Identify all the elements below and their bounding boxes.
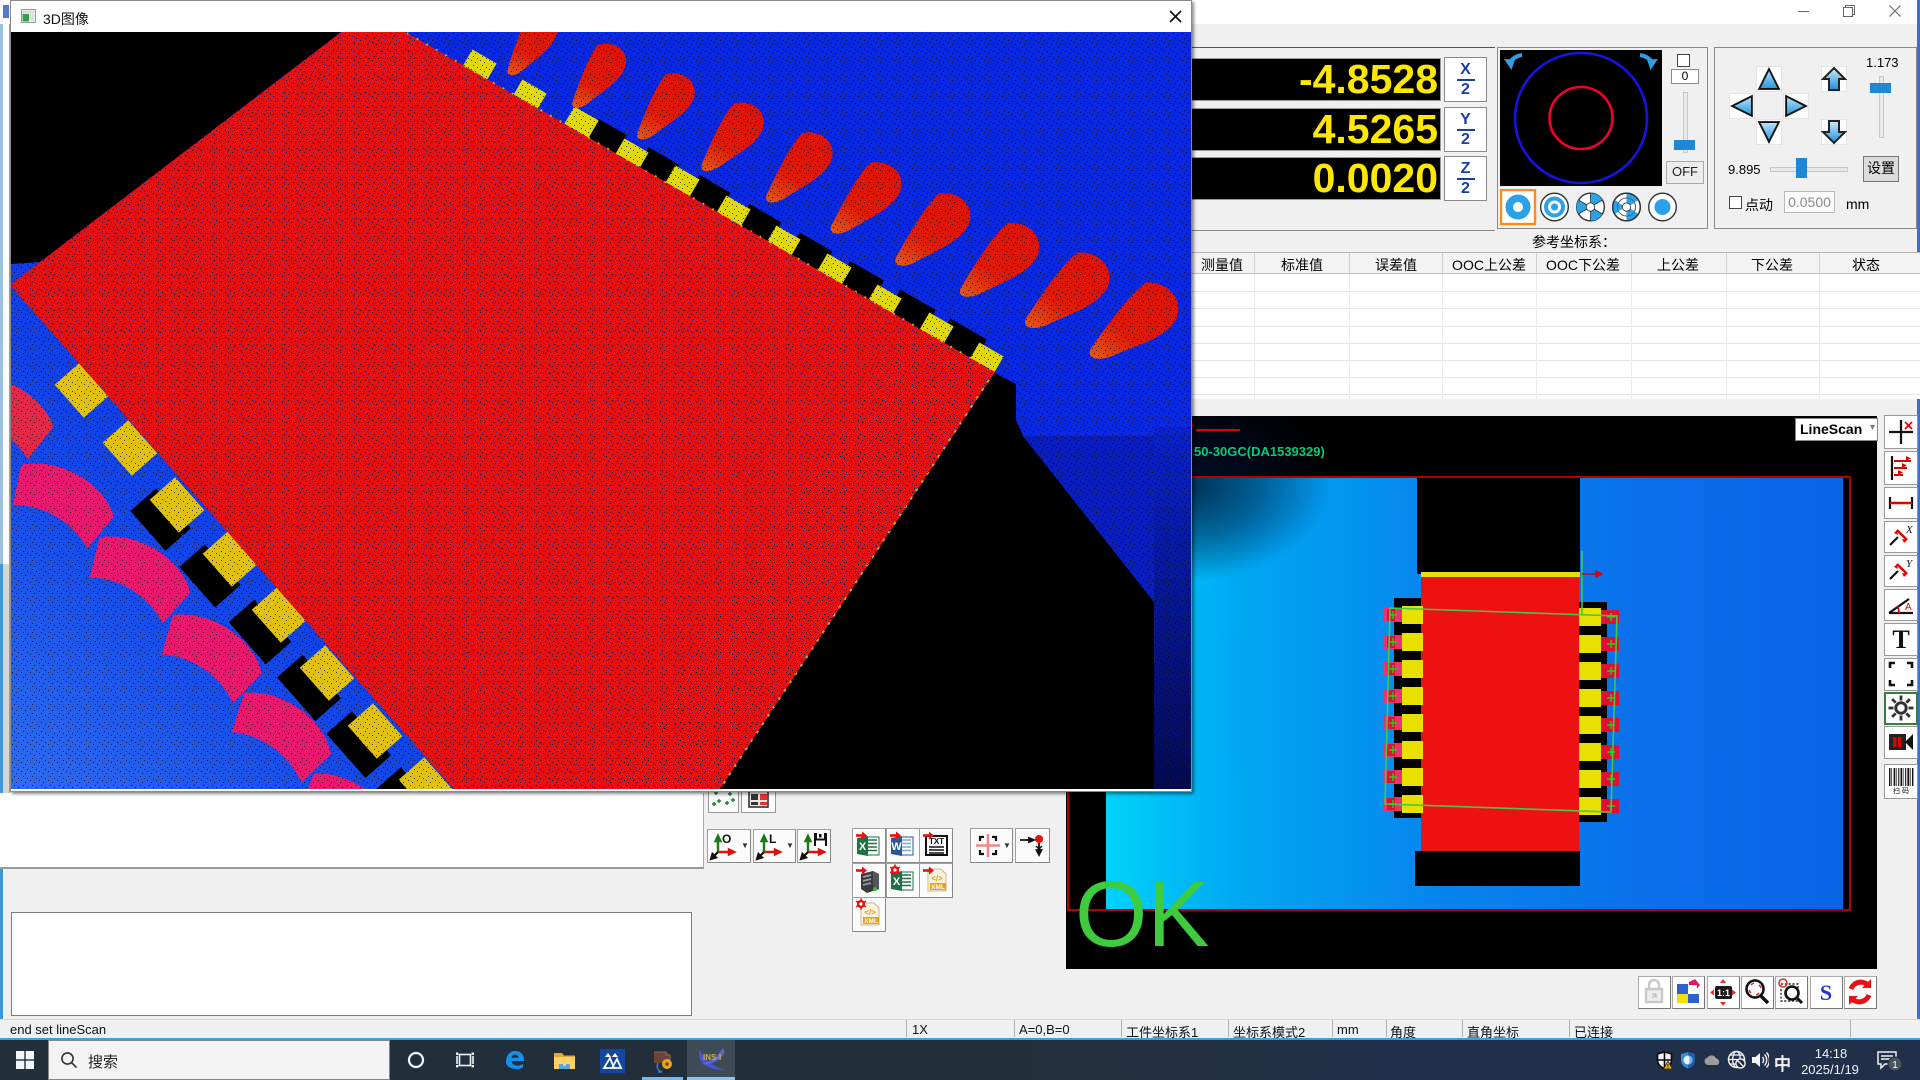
svg-text:</>: </> xyxy=(864,908,876,917)
svg-text:L: L xyxy=(769,832,776,846)
svg-text:T: T xyxy=(1892,625,1909,654)
svg-text:XML: XML xyxy=(864,918,878,925)
svg-text:1: 1 xyxy=(1892,1060,1898,1071)
svg-text:扫 码: 扫 码 xyxy=(1893,786,1909,795)
svg-text:X: X xyxy=(893,876,901,888)
svg-text:!: ! xyxy=(1667,1064,1669,1069)
svg-text:1:1: 1:1 xyxy=(1717,988,1730,998)
svg-text:S: S xyxy=(1820,980,1832,1005)
svg-text:X: X xyxy=(859,841,867,853)
svg-text:XML: XML xyxy=(931,884,945,891)
svg-text:O: O xyxy=(722,832,731,846)
svg-text:</>: </> xyxy=(931,874,943,883)
svg-text:X: X xyxy=(1905,524,1914,536)
svg-text:Y: Y xyxy=(1906,558,1914,570)
svg-text:W: W xyxy=(891,841,902,853)
svg-text:INS-I: INS-I xyxy=(703,1053,721,1062)
svg-text:A: A xyxy=(1905,602,1912,613)
svg-text:TXT: TXT xyxy=(929,837,944,846)
